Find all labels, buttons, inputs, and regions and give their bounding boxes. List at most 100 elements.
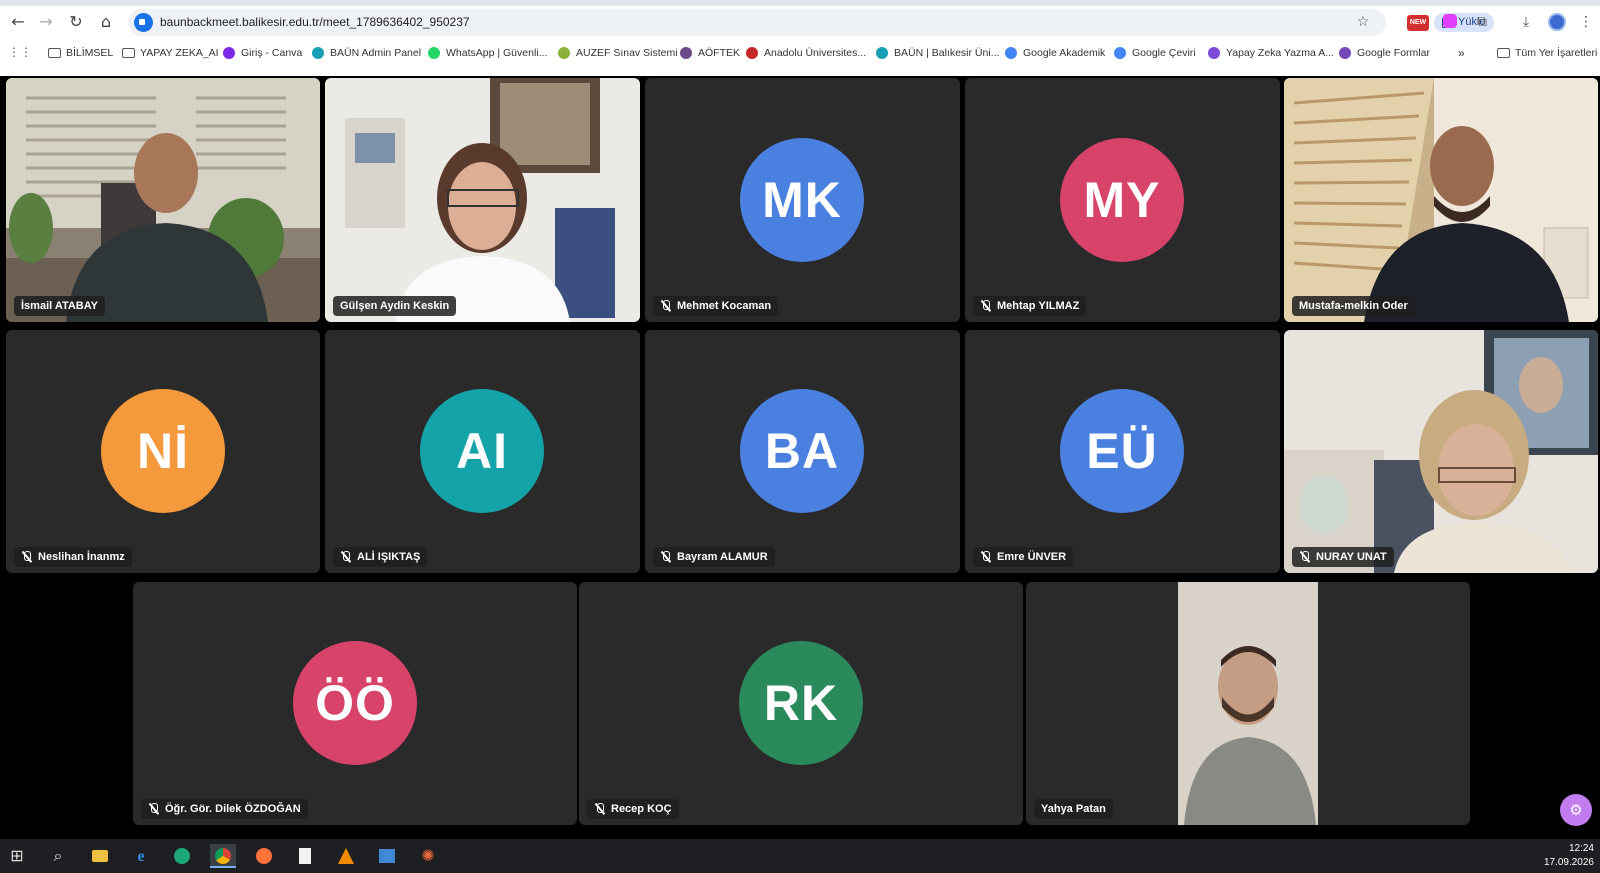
participant-name: Öğr. Gör. Dilek ÖZDOĞAN <box>165 803 301 815</box>
participant-name: ALİ IŞIKTAŞ <box>357 551 421 563</box>
bookmark-item[interactable]: BİLİMSEL <box>48 45 113 61</box>
participant-tile[interactable]: Yahya Patan <box>1026 582 1470 825</box>
apps-grid-icon[interactable]: ⋮⋮ <box>8 45 32 59</box>
mic-off-icon <box>341 551 350 563</box>
search-icon[interactable]: ⌕ <box>45 844 71 868</box>
app-sunburst-icon[interactable]: ✺ <box>415 844 441 868</box>
ai-writer-icon <box>1208 47 1220 59</box>
participant-tile[interactable]: MY Mehtap YILMAZ <box>965 78 1280 322</box>
edge-icon[interactable] <box>169 844 195 868</box>
participant-video <box>325 78 640 322</box>
chrome-icon[interactable] <box>210 844 236 868</box>
photos-icon[interactable] <box>374 844 400 868</box>
reload-icon[interactable]: ↻ <box>64 10 88 34</box>
meeting-grid: İsmail ATABAY Gülşen Aydin Keskin MK Meh… <box>0 76 1600 839</box>
all-bookmarks-label: Tüm Yer İşaretleri <box>1515 47 1598 59</box>
more-bookmarks-icon[interactable]: » <box>1458 45 1465 61</box>
scholar-icon <box>1005 47 1017 59</box>
bookmark-label: Google Formlar <box>1357 47 1430 59</box>
participant-tile[interactable]: MK Mehmet Kocaman <box>645 78 960 322</box>
participant-name: Neslihan İnanmz <box>38 551 125 563</box>
participant-avatar: Nİ <box>101 389 225 513</box>
participant-tile[interactable]: İsmail ATABAY <box>6 78 320 322</box>
aoftek-icon <box>680 47 692 59</box>
whatsapp-icon <box>428 47 440 59</box>
forms-icon <box>1339 47 1351 59</box>
participant-name: Gülşen Aydin Keskin <box>340 300 450 312</box>
participant-tile[interactable]: BA Bayram ALAMUR <box>645 330 960 573</box>
document-icon[interactable] <box>292 844 318 868</box>
participant-tile[interactable]: Nİ Neslihan İnanmz <box>6 330 320 573</box>
bookmark-item[interactable]: AUZEF Sınav Sistemi <box>558 45 678 61</box>
profile-avatar[interactable] <box>1548 13 1566 31</box>
bookmark-label: AÖFTEK <box>698 47 741 59</box>
browser-menu-icon[interactable]: ⋮ <box>1574 10 1598 34</box>
bookmark-label: BAÜN | Balıkesir Üni... <box>894 47 1000 59</box>
participant-tile[interactable]: AI ALİ IŞIKTAŞ <box>325 330 640 573</box>
windows-taskbar: ⊞ ⌕ e ✺ 12:24 17.09.2026 <box>0 839 1600 873</box>
url-text[interactable]: baunbackmeet.balikesir.edu.tr/meet_17896… <box>160 15 470 29</box>
bookmark-label: YAPAY ZEKA_AI <box>140 47 219 59</box>
system-clock[interactable]: 12:24 17.09.2026 <box>1544 842 1594 870</box>
participant-name: Bayram ALAMUR <box>677 551 768 563</box>
participant-name-tag: Mehtap YILMAZ <box>973 296 1087 316</box>
bookmark-item[interactable]: Yapay Zeka Yazma A... <box>1208 45 1334 61</box>
participant-avatar: MK <box>740 138 864 262</box>
download-icon[interactable]: ⤓ <box>1514 10 1538 34</box>
mic-off-icon <box>981 551 990 563</box>
windows-start-icon[interactable]: ⊞ <box>4 844 30 868</box>
baun-icon <box>876 47 888 59</box>
participant-name-tag: Mehmet Kocaman <box>653 296 779 316</box>
bookmark-star-icon[interactable]: ☆ <box>1351 10 1375 34</box>
bookmark-item[interactable]: Google Akademik <box>1005 45 1105 61</box>
participant-tile[interactable]: NURAY UNAT <box>1284 330 1598 573</box>
participant-tile[interactable]: EÜ Emre ÜNVER <box>965 330 1280 573</box>
participant-name-tag: İsmail ATABAY <box>14 296 106 316</box>
mic-off-icon <box>661 300 670 312</box>
anadolu-icon <box>746 47 758 59</box>
firefox-icon[interactable] <box>251 844 277 868</box>
participant-tile[interactable]: ÖÖ Öğr. Gör. Dilek ÖZDOĞAN <box>133 582 577 825</box>
participant-tile[interactable]: Gülşen Aydin Keskin <box>325 78 640 322</box>
extensions-puzzle-icon[interactable]: ⧉ <box>1470 10 1494 34</box>
clock-date: 17.09.2026 <box>1543 857 1594 868</box>
meeting-options-icon[interactable]: ⚙ <box>1560 794 1592 826</box>
mic-off-icon <box>595 803 604 815</box>
back-icon[interactable]: ← <box>6 10 30 34</box>
participant-name: Mehtap YILMAZ <box>997 300 1080 312</box>
bookmark-item[interactable]: BAÜN Admin Panel <box>312 45 421 61</box>
internet-explorer-icon[interactable]: e <box>128 844 154 868</box>
bookmark-label: BİLİMSEL <box>66 47 114 59</box>
vlc-icon[interactable] <box>333 844 359 868</box>
participant-tile[interactable]: RK Recep KOÇ <box>579 582 1023 825</box>
participant-name: Emre ÜNVER <box>997 551 1067 563</box>
address-bar[interactable]: baunbackmeet.balikesir.edu.tr/meet_17896… <box>128 9 1494 36</box>
folder-icon <box>48 48 61 58</box>
browser-chrome: ← → ↻ ⌂ baunbackmeet.balikesir.edu.tr/me… <box>0 0 1600 76</box>
extension-icon[interactable] <box>1443 14 1457 28</box>
bookmark-item[interactable]: YAPAY ZEKA_AI <box>122 45 219 61</box>
participant-video <box>1178 582 1318 825</box>
folder-icon <box>1497 48 1510 58</box>
file-explorer-icon[interactable] <box>87 844 113 868</box>
participant-name-tag: Neslihan İnanmz <box>14 547 132 567</box>
bookmark-item[interactable]: WhatsApp | Güvenli... <box>428 45 547 61</box>
bookmark-label: AUZEF Sınav Sistemi <box>576 47 678 59</box>
site-info-icon[interactable] <box>134 13 153 32</box>
bookmark-item[interactable]: Google Formlar <box>1339 45 1430 61</box>
bookmark-label: Yapay Zeka Yazma A... <box>1226 47 1334 59</box>
participant-tile-active-speaker[interactable]: Mustafa-melkin Oder <box>1284 78 1598 322</box>
folder-icon <box>122 48 135 58</box>
forward-icon[interactable]: → <box>34 10 58 34</box>
bookmark-item[interactable]: AÖFTEK <box>680 45 740 61</box>
participant-video <box>1284 78 1598 322</box>
all-bookmarks-folder[interactable]: Tüm Yer İşaretleri <box>1497 45 1597 61</box>
new-badge-extension-icon[interactable]: NEW <box>1407 15 1429 31</box>
bookmark-item[interactable]: Google Çeviri <box>1114 45 1196 61</box>
bookmark-item[interactable]: BAÜN | Balıkesir Üni... <box>876 45 999 61</box>
bookmark-item[interactable]: Anadolu Üniversites... <box>746 45 866 61</box>
baun-icon <box>312 47 324 59</box>
bookmark-item[interactable]: Giriş - Canva <box>223 45 302 61</box>
home-icon[interactable]: ⌂ <box>94 10 118 34</box>
auzef-icon <box>558 47 570 59</box>
